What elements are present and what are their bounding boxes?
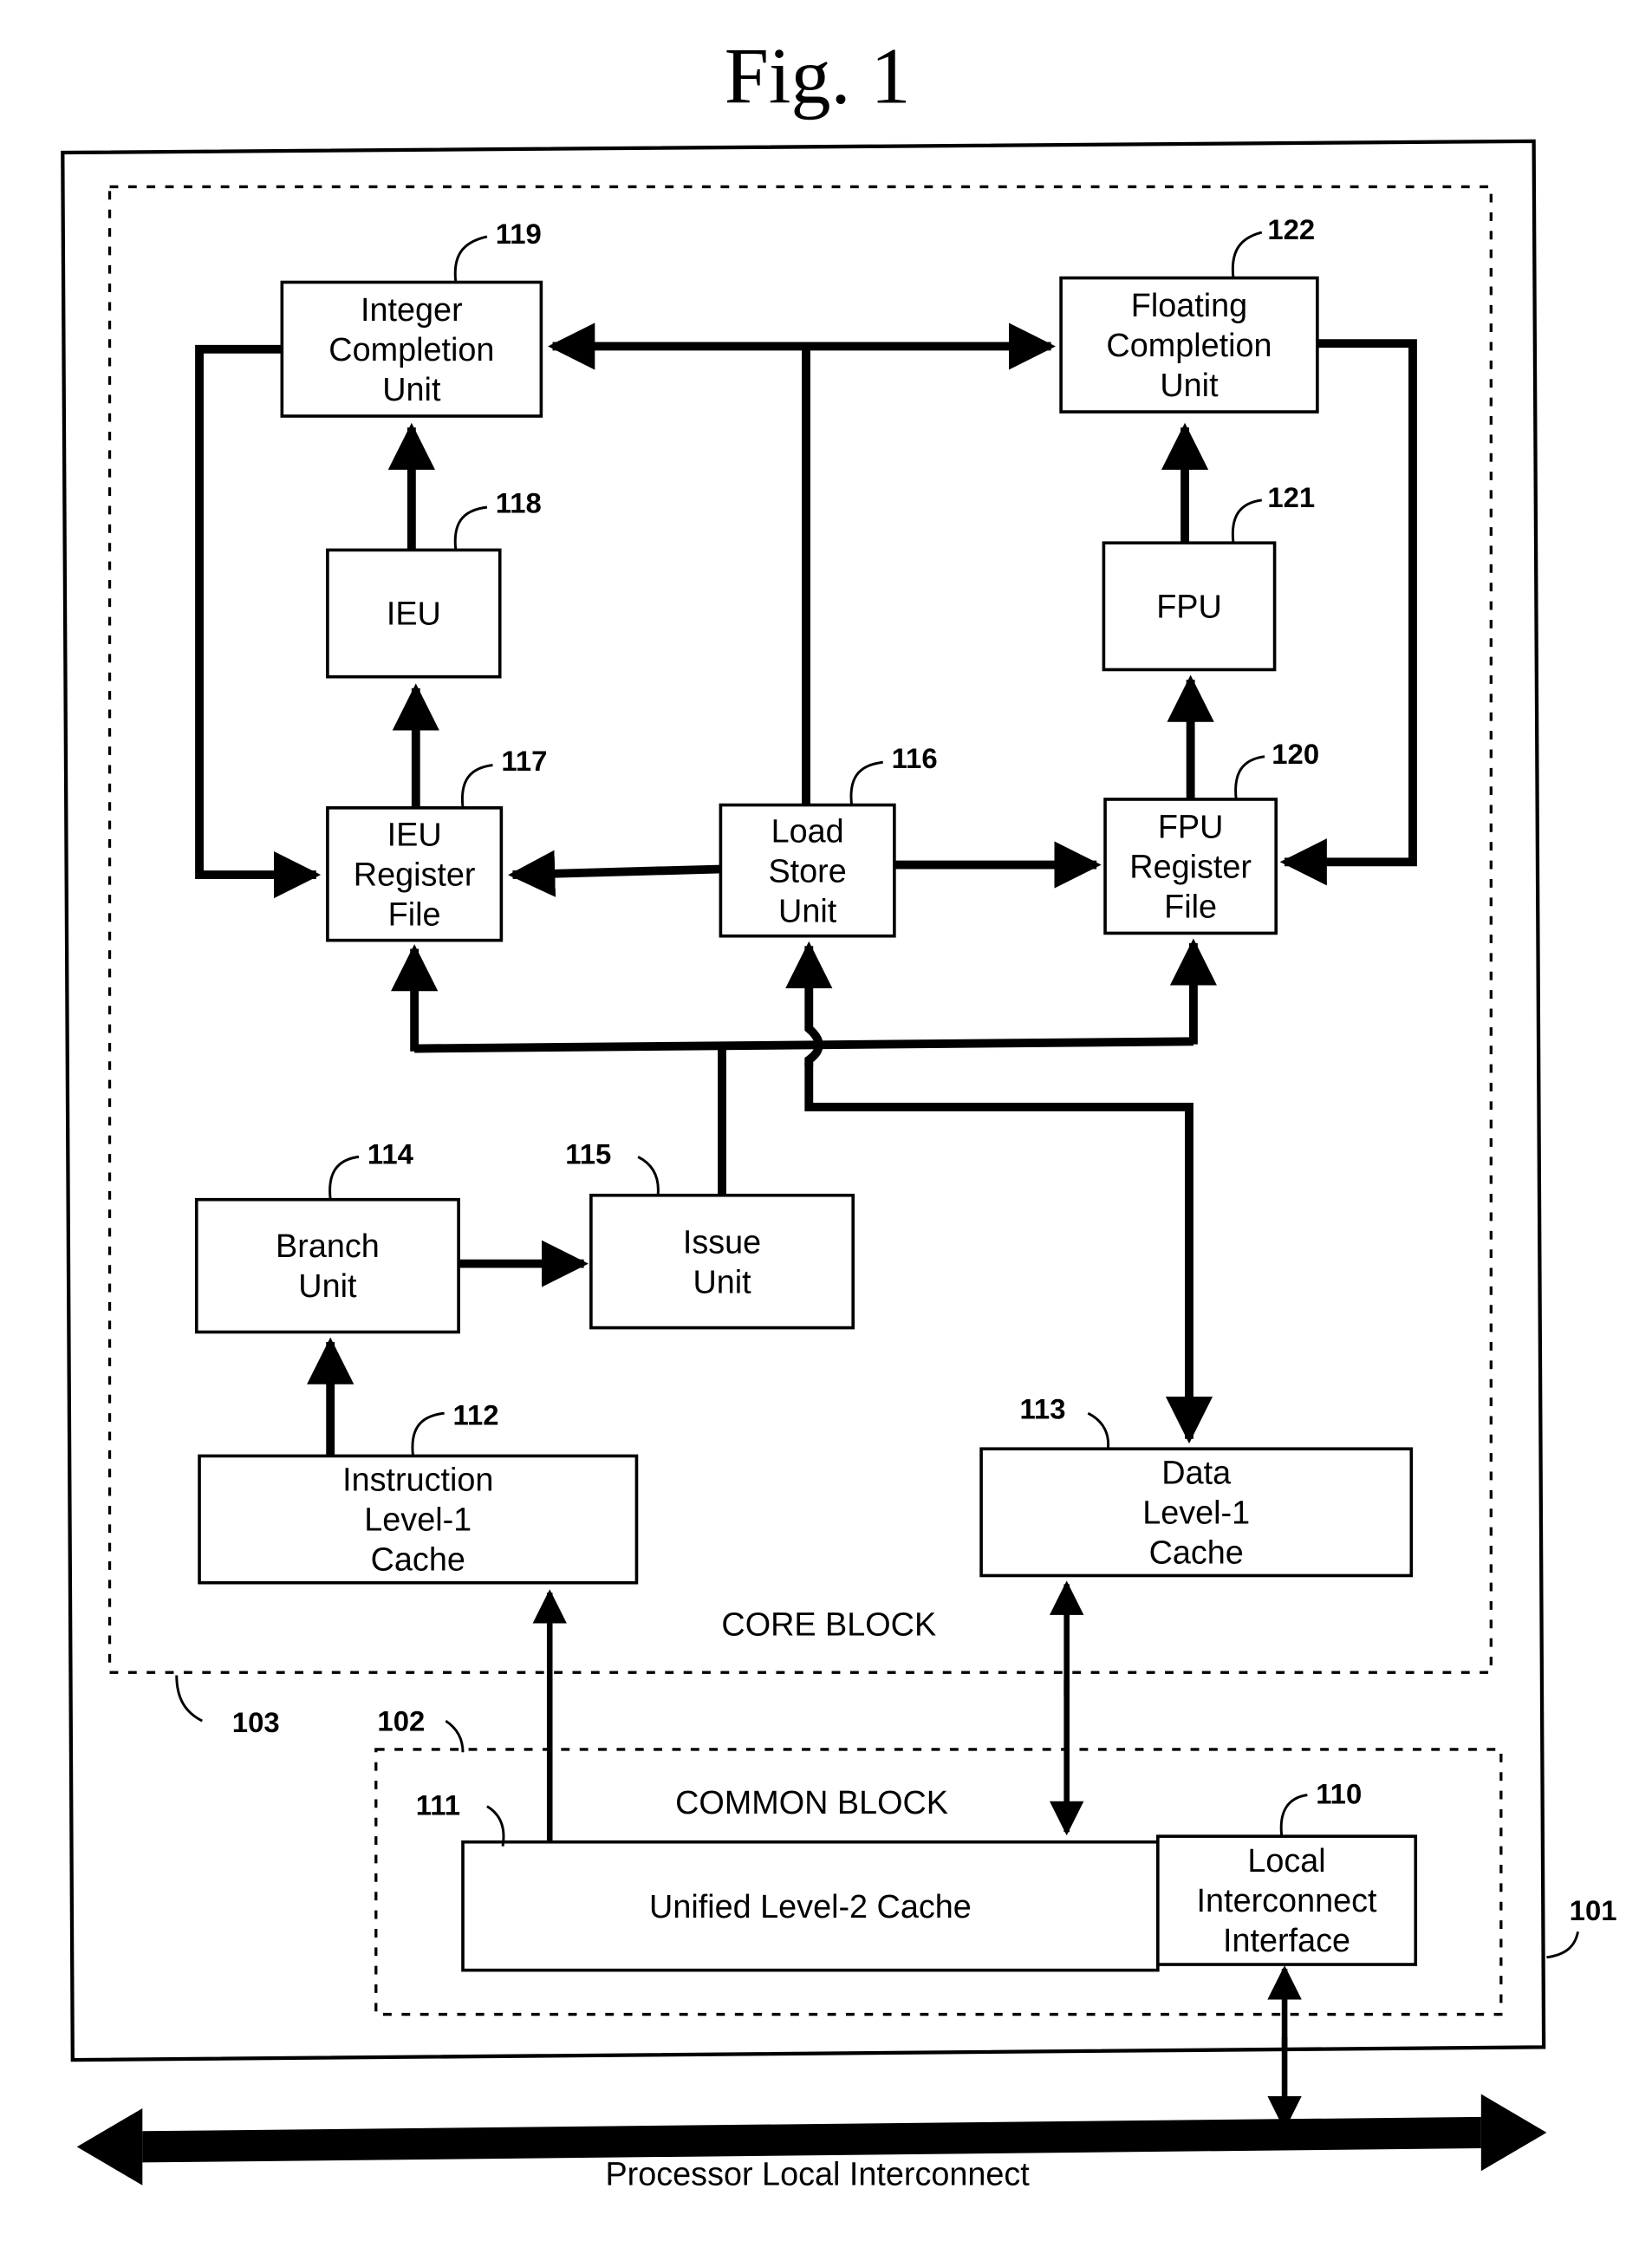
instruction-l1-cache-block: InstructionLevel-1Cache (198, 1454, 639, 1585)
processor-block-diagram: Fig. 1 CORE BLOCK COMMON BLOCK Processor… (61, 32, 1617, 2193)
data-l1-cache-label: Data (1161, 1455, 1232, 1491)
integer-completion-unit-ref-numeral: 119 (496, 218, 542, 250)
processor-leader-line (1546, 1931, 1580, 1959)
load-store-unit-label: Store (768, 853, 846, 889)
load-store-unit-label: Unit (778, 893, 837, 929)
instruction-l1-cache-label: Instruction (342, 1463, 493, 1499)
integer-completion-unit-label: Integer (361, 292, 463, 329)
local-interconnect-interface-label: Interconnect (1197, 1883, 1377, 1919)
common-block-label: COMMON BLOCK (675, 1785, 948, 1821)
ieu-register-file-label: Register (354, 857, 476, 893)
bus-right-arrowhead (1480, 2094, 1547, 2172)
data-l1-cache-label: Cache (1149, 1535, 1244, 1572)
instruction-l1-cache-ref-numeral: 112 (453, 1398, 499, 1430)
instruction-l1-cache-label: Cache (371, 1542, 465, 1579)
integer-completion-unit-label: Completion (328, 332, 494, 368)
fpu-label: FPU (1156, 589, 1222, 625)
branch-unit-label: Unit (298, 1268, 357, 1305)
fpu-register-file-leader-line (1234, 755, 1265, 800)
branch-unit-label: Branch (276, 1228, 380, 1265)
issue-unit-block: IssueUnit (589, 1193, 855, 1330)
ieu-register-file-block: IEU RegisterFile (326, 806, 504, 942)
load-store-unit-leader-line (849, 760, 883, 805)
unified-l2-cache-block: Unified Level-2 Cache (461, 1840, 1160, 1972)
load-store-unit-block: LoadStore Unit (719, 803, 896, 938)
local-interconnect-interface-ref-numeral: 110 (1316, 1777, 1362, 1809)
ieu-register-file-label: File (388, 896, 441, 933)
fpu-block: FPU (1102, 541, 1277, 672)
fpu-leader-line (1231, 498, 1262, 544)
wire-lsu-to-dcache (804, 1062, 1213, 1444)
ieu-block: IEU (326, 548, 502, 679)
data-l1-cache-label: Level-1 (1142, 1495, 1250, 1531)
figure-title: Fig. 1 (725, 32, 911, 121)
common-block-ref-numeral: 102 (377, 1705, 425, 1737)
data-l1-cache-ref-numeral: 113 (1019, 1393, 1065, 1425)
unified-l2-cache-label: Unified Level-2 Cache (649, 1889, 972, 1925)
integer-completion-unit-label: Unit (382, 372, 441, 408)
ieu-leader-line (453, 505, 488, 550)
ieu-register-file-ref-numeral: 117 (501, 745, 547, 777)
ieu-register-file-leader-line (460, 764, 493, 809)
local-interconnect-interface-leader-line (1279, 1794, 1308, 1837)
ieu-ref-numeral: 118 (496, 487, 542, 519)
integer-completion-unit-block: IntegerCompletion Unit (280, 280, 543, 418)
issue-unit-ref-numeral: 115 (565, 1138, 611, 1170)
wire-floating-completion-to-fpu-regfile (1279, 339, 1417, 886)
instruction-l1-cache-leader-line (411, 1411, 445, 1456)
issue-unit-rect (589, 1193, 855, 1330)
processor-ref-numeral: 101 (1570, 1894, 1617, 1926)
ieu-register-file-label: IEU (387, 817, 442, 853)
branch-unit-ref-numeral: 114 (367, 1138, 414, 1170)
issue-unit-label: Issue (683, 1224, 761, 1261)
wire-issue-bus (414, 1037, 1193, 1053)
data-l1-cache-leader-line (1087, 1411, 1110, 1449)
issue-unit-label: Unit (693, 1264, 751, 1300)
core-block-leader-line (175, 1675, 203, 1723)
unified-l2-cache-leader-line (486, 1805, 505, 1847)
floating-completion-unit-block: Floating Completion Unit (1059, 276, 1319, 414)
issue-unit-leader-line (637, 1156, 660, 1195)
branch-unit-leader-line (328, 1155, 360, 1200)
load-store-unit-ref-numeral: 116 (892, 742, 938, 774)
ieu-label: IEU (387, 596, 441, 633)
floating-completion-unit-ref-numeral: 122 (1267, 213, 1315, 245)
branch-unit-rect (194, 1197, 460, 1334)
floating-completion-unit-leader-line (1231, 231, 1263, 278)
fpu-register-file-label: FPU (1158, 809, 1224, 845)
data-l1-cache-block: Data Level-1 Cache (979, 1447, 1414, 1578)
fpu-register-file-ref-numeral: 120 (1272, 738, 1319, 770)
local-interconnect-interface-block: Local Interconnect Interface (1156, 1834, 1418, 1966)
fpu-register-file-label: Register (1129, 849, 1252, 885)
common-block-leader-line (445, 1719, 465, 1753)
local-interconnect-interface-label: Local (1247, 1843, 1325, 1879)
instruction-l1-cache-label: Level-1 (364, 1502, 472, 1539)
core-block-ref-numeral: 103 (232, 1706, 280, 1738)
local-interconnect-interface-label: Interface (1223, 1923, 1350, 1959)
unified-l2-cache-ref-numeral: 111 (416, 1789, 460, 1821)
branch-unit-block: BranchUnit (194, 1197, 460, 1334)
load-store-unit-label: Load (771, 813, 844, 850)
core-block-label: CORE BLOCK (721, 1606, 936, 1643)
floating-completion-unit-label: Floating (1131, 288, 1247, 324)
wire-lsu-to-ieu-regfile (508, 850, 721, 897)
integer-completion-unit-leader-line (453, 235, 488, 283)
bus-label: Processor Local Interconnect (605, 2157, 1030, 2193)
floating-completion-unit-label: Completion (1106, 328, 1272, 364)
floating-completion-unit-label: Unit (1160, 368, 1219, 404)
wire-integer-completion-to-ieu-regfile (195, 344, 322, 899)
bus-left-arrowhead (76, 2107, 143, 2186)
fpu-register-file-block: FPU Register File (1103, 798, 1278, 935)
fpu-register-file-label: File (1164, 889, 1217, 925)
fpu-ref-numeral: 121 (1267, 481, 1315, 513)
